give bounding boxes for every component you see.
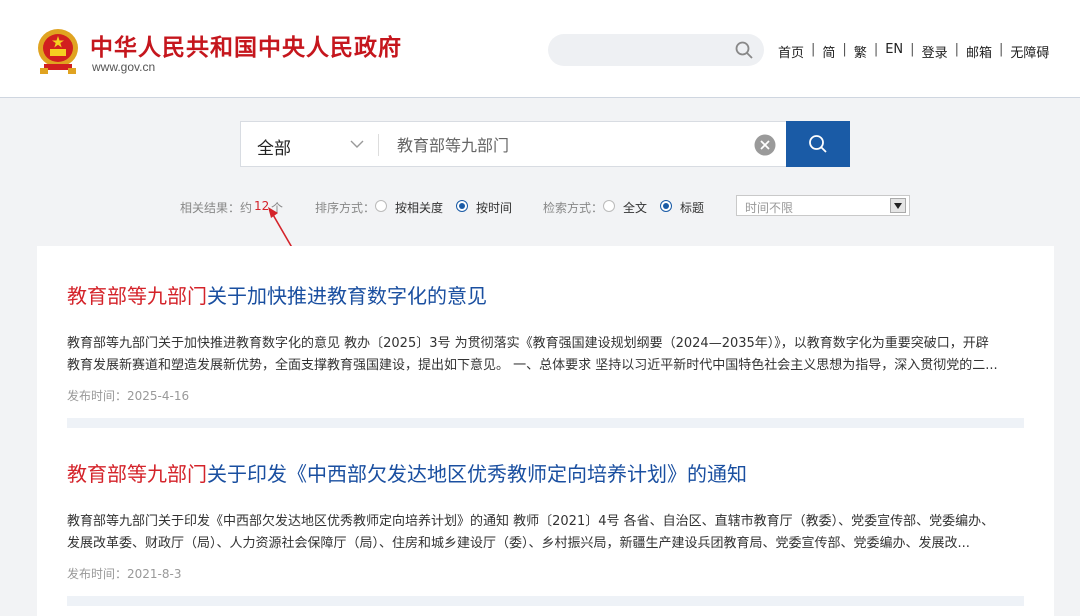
nav-home[interactable]: 首页 bbox=[778, 42, 804, 61]
search-icon bbox=[809, 135, 827, 153]
chevron-down-icon[interactable] bbox=[350, 139, 364, 149]
header-search-input[interactable] bbox=[548, 34, 764, 66]
result-item: 教育部等九部门关于印发《中西部欠发达地区优秀教师定向培养计划》的通知 教育部等九… bbox=[67, 458, 1024, 582]
mode-label: 检索方式： bbox=[543, 201, 604, 215]
sort-label: 排序方式： bbox=[315, 201, 376, 215]
result-snippet: 教育部等九部门关于加快推进教育数字化的意见 教办〔2025〕3号 为贯彻落实《教… bbox=[67, 333, 1024, 377]
result-snippet-line: 教育发展新赛道和塑造发展新优势，全面支撑教育强国建设，提出如下意见。 一、总体要… bbox=[67, 358, 998, 373]
result-snippet: 教育部等九部门关于印发《中西部欠发达地区优秀教师定向培养计划》的通知 教师〔20… bbox=[67, 511, 1024, 555]
nav-accessibility[interactable]: 无障碍 bbox=[1010, 42, 1049, 61]
time-range-value: 时间不限 bbox=[745, 201, 794, 215]
nav-separator: | bbox=[998, 42, 1004, 57]
clear-icon[interactable] bbox=[754, 134, 776, 156]
result-snippet-line: 教育部等九部门关于印发《中西部欠发达地区优秀教师定向培养计划》的通知 教师〔20… bbox=[67, 514, 995, 529]
nav-login[interactable]: 登录 bbox=[922, 42, 948, 61]
nav-separator: | bbox=[873, 42, 879, 57]
site-title[interactable]: 中华人民共和国中央人民政府 bbox=[90, 28, 402, 62]
search-input[interactable] bbox=[397, 131, 737, 157]
result-count-prefix: 相关结果：约 bbox=[180, 201, 253, 215]
mode-fulltext-label[interactable]: 全文 bbox=[623, 199, 647, 216]
nav-mail[interactable]: 邮箱 bbox=[966, 42, 992, 61]
mode-title-label[interactable]: 标题 bbox=[680, 199, 704, 216]
scope-divider bbox=[378, 134, 379, 156]
sort-time-radio[interactable] bbox=[456, 200, 468, 212]
mode-title-radio[interactable] bbox=[660, 200, 672, 212]
dropdown-arrow-icon[interactable] bbox=[890, 198, 906, 213]
search-button[interactable] bbox=[786, 121, 850, 167]
result-divider bbox=[67, 418, 1024, 428]
result-date: 发布时间：2025-4-16 bbox=[67, 389, 190, 403]
result-title-link[interactable]: 教育部等九部门关于印发《中西部欠发达地区优秀教师定向培养计划》的通知 bbox=[67, 458, 1024, 487]
nav-separator: | bbox=[910, 42, 915, 57]
results-panel: 教育部等九部门关于加快推进教育数字化的意见 教育部等九部门关于加快推进教育数字化… bbox=[37, 246, 1054, 616]
sort-relevance-label[interactable]: 按相关度 bbox=[395, 199, 443, 216]
time-range-select[interactable]: 时间不限 bbox=[736, 195, 910, 216]
sort-time-label[interactable]: 按时间 bbox=[476, 199, 512, 216]
result-title-text[interactable]: 关于加快推进教育数字化的意见 bbox=[207, 284, 487, 308]
nav-traditional[interactable]: 繁 bbox=[854, 42, 867, 61]
site-url[interactable]: www.gov.cn bbox=[92, 60, 155, 74]
main-search-box: 全部 bbox=[240, 121, 787, 167]
nav-separator: | bbox=[842, 42, 847, 57]
result-title-highlight[interactable]: 教育部等九部门 bbox=[67, 462, 207, 486]
scope-select[interactable]: 全部 bbox=[257, 134, 291, 159]
national-emblem-icon[interactable] bbox=[36, 26, 80, 76]
result-title-highlight[interactable]: 教育部等九部门 bbox=[67, 284, 207, 308]
result-title-link[interactable]: 教育部等九部门关于加快推进教育数字化的意见 bbox=[67, 280, 1024, 309]
mode-fulltext-radio[interactable] bbox=[603, 200, 615, 212]
top-nav: 首页 | 简 | 繁 | EN | 登录 | 邮箱 | 无障碍 bbox=[778, 42, 1049, 61]
result-divider bbox=[67, 596, 1024, 606]
sort-relevance-radio[interactable] bbox=[375, 200, 387, 212]
result-title-text[interactable]: 关于印发《中西部欠发达地区优秀教师定向培养计划》的通知 bbox=[207, 462, 747, 486]
site-header: 中华人民共和国中央人民政府 www.gov.cn 首页 | 简 | 繁 | EN… bbox=[0, 0, 1080, 98]
result-snippet-line: 教育部等九部门关于加快推进教育数字化的意见 教办〔2025〕3号 为贯彻落实《教… bbox=[67, 336, 989, 351]
nav-separator: | bbox=[954, 42, 959, 57]
nav-simplified[interactable]: 简 bbox=[822, 42, 835, 61]
search-icon[interactable] bbox=[734, 40, 754, 60]
result-item: 教育部等九部门关于加快推进教育数字化的意见 教育部等九部门关于加快推进教育数字化… bbox=[67, 280, 1024, 404]
nav-english[interactable]: EN bbox=[885, 42, 903, 61]
nav-separator: | bbox=[811, 42, 816, 57]
result-snippet-line: 发展改革委、财政厅（局）、人力资源社会保障厅（局）、住房和城乡建设厅（委）、乡村… bbox=[67, 536, 970, 551]
result-date: 发布时间：2021-8-3 bbox=[67, 567, 182, 581]
